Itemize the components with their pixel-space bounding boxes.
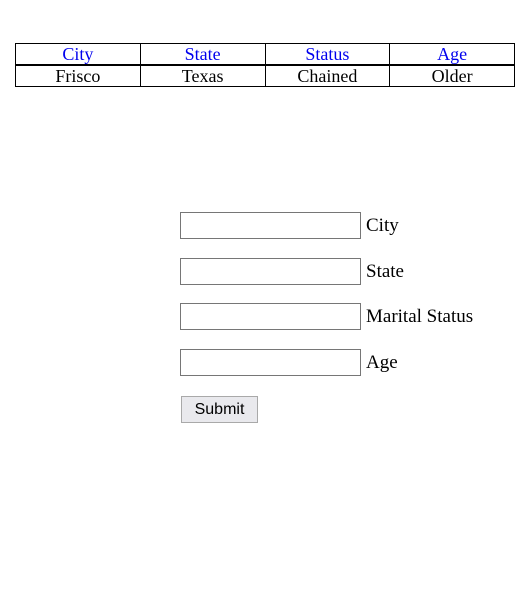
header-state: State: [139, 43, 266, 66]
state-label: State: [366, 261, 404, 282]
table-header-row: City State Status Age: [15, 43, 515, 66]
state-input[interactable]: [180, 258, 361, 285]
cell-city: Frisco: [15, 64, 141, 87]
results-table: City State Status Age Frisco Texas Chain…: [15, 43, 515, 87]
header-city: City: [15, 43, 141, 66]
cell-state: Texas: [139, 64, 266, 87]
cell-age: Older: [389, 64, 515, 87]
marital-status-label: Marital Status: [366, 306, 474, 327]
header-age: Age: [389, 43, 515, 66]
header-status: Status: [264, 43, 391, 66]
city-label: City: [366, 215, 399, 236]
table-row: Frisco Texas Chained Older: [15, 64, 515, 87]
marital-status-input[interactable]: [180, 303, 361, 330]
age-input[interactable]: [180, 349, 361, 376]
cell-status: Chained: [264, 64, 391, 87]
submit-button[interactable]: Submit: [181, 396, 258, 423]
city-input[interactable]: [180, 212, 361, 239]
age-label: Age: [366, 352, 398, 373]
